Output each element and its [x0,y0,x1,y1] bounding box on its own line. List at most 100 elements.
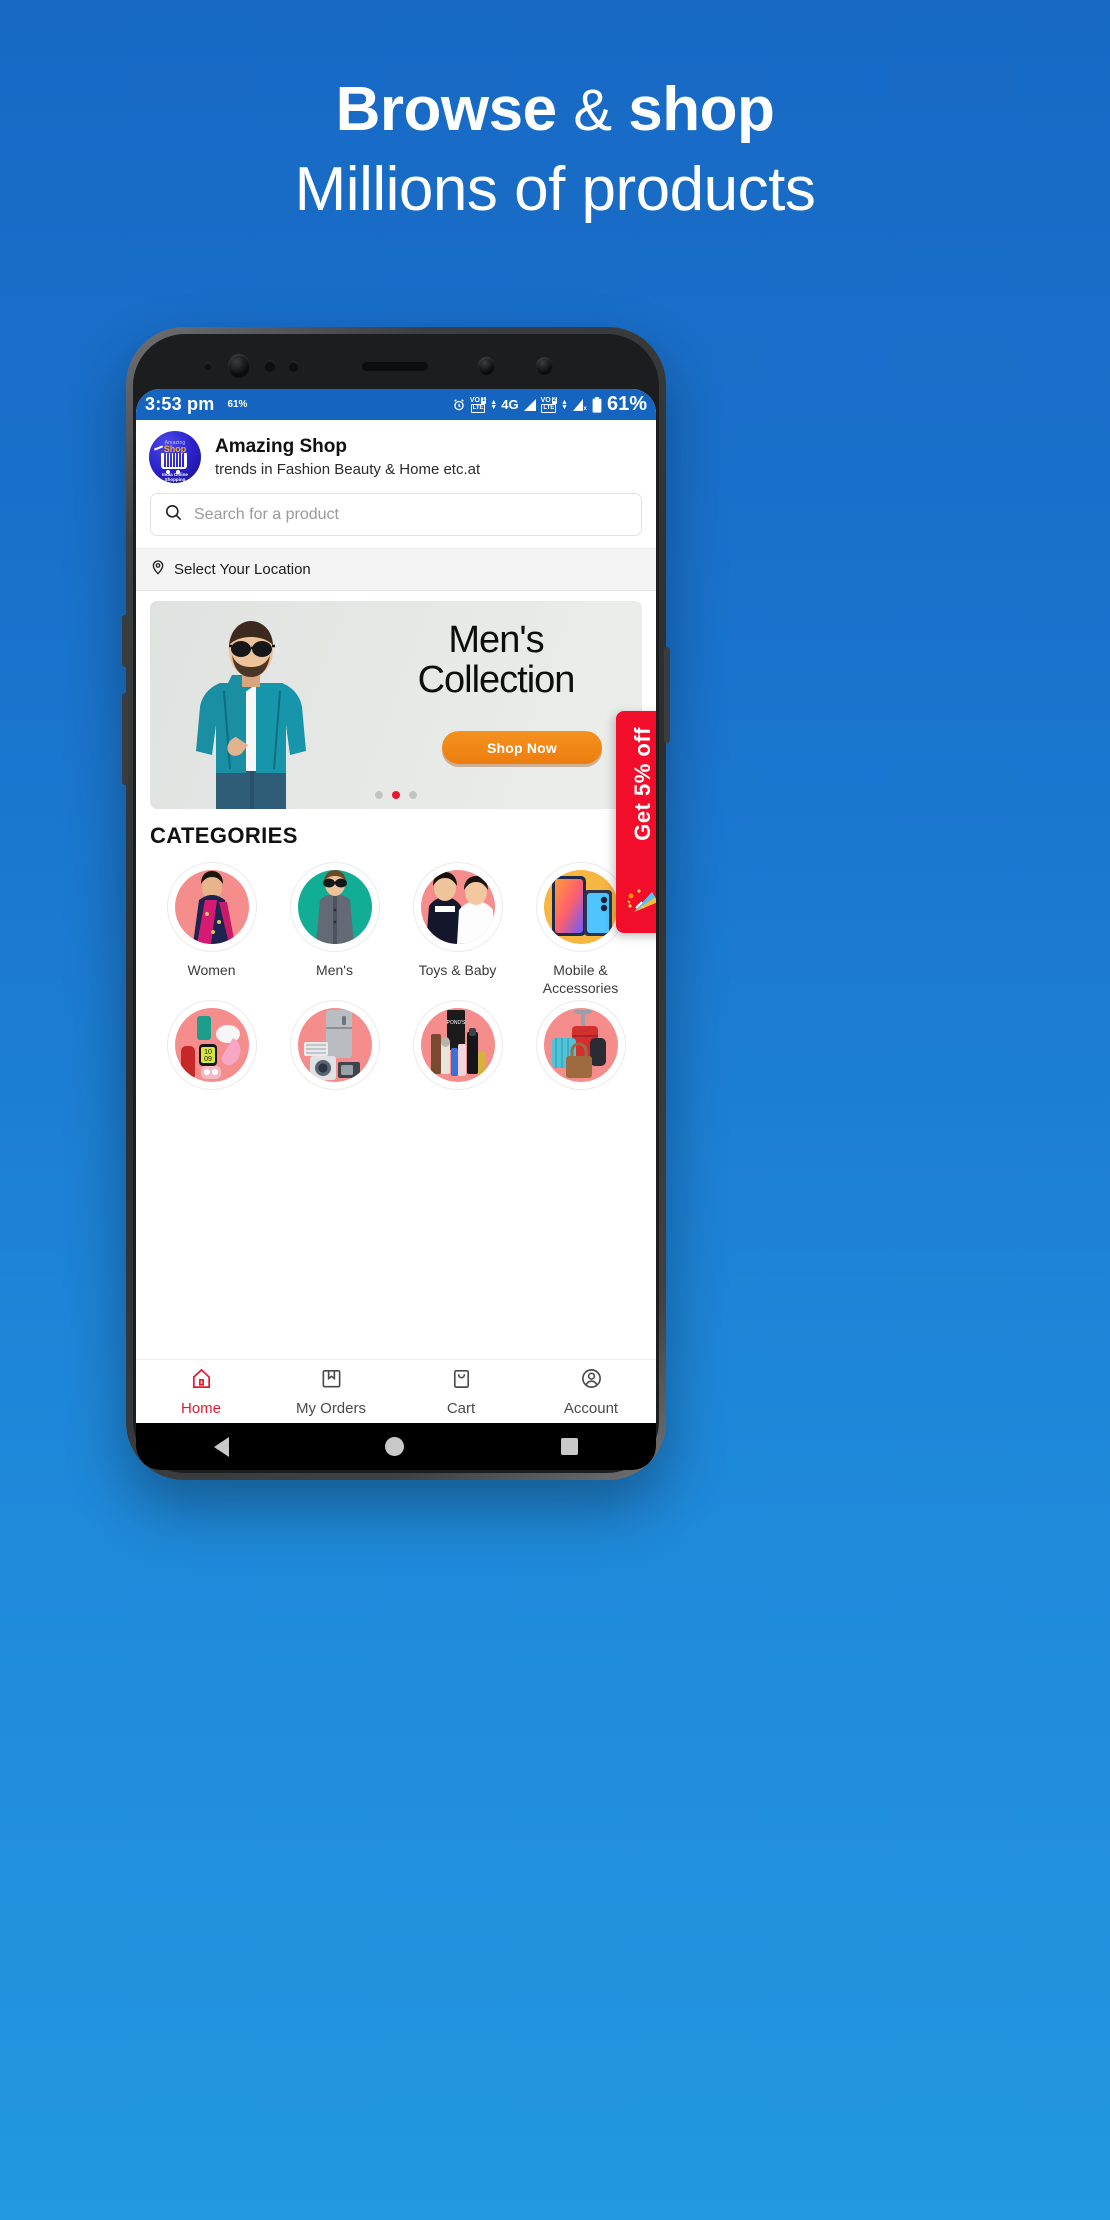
signal-sim1-icon [523,398,537,411]
category-item-women[interactable]: Women [150,862,273,998]
sensor-icon [204,362,212,370]
categories-title: CATEGORIES [150,823,298,848]
earpiece-speaker-icon [362,362,428,371]
phone-mockup: 3:53 pm 61% VO 1 LTE ▲ ▼ 4G VO 2 LTE ▲ ▼… [122,327,670,1480]
app-logo-icon: Amazing Shop India Online Shopping [149,431,201,483]
category-item-gadgets[interactable]: 10 09 [150,999,273,1099]
secondary-camera-icon [478,357,495,375]
category-item-bags-luggage[interactable] [519,999,642,1099]
banner-slide[interactable]: Men's Collection Shop Now [150,601,642,809]
banner-model-photo [196,621,306,809]
nav-label: My Orders [295,1399,366,1417]
data-arrows-sim2-icon: ▲ ▼ [561,398,568,411]
android-navigation-bar [136,1423,656,1470]
man-shirt-icon [297,870,372,944]
category-item-toys-baby[interactable]: Toys & Baby [396,862,519,998]
phone-screen: 3:53 pm 61% VO 1 LTE ▲ ▼ 4G VO 2 LTE ▲ ▼… [136,389,656,1470]
svg-text:POND'S: POND'S [446,1020,465,1026]
front-camera-icon [228,354,250,378]
carousel-dot-1[interactable] [375,791,383,799]
category-item-appliances[interactable] [273,999,396,1099]
categories-section: CATEGORIES Women Men's Toys & Baby Mobil… [136,809,656,1099]
recents-button-icon[interactable] [560,1438,578,1455]
get-offer-tab[interactable]: Get 5% off [616,711,656,933]
headline-word-shop: shop [628,75,775,144]
categories-grid: Women Men's Toys & Baby Mobile & Accesso… [150,862,642,1099]
headline-ampersand: & [573,78,612,143]
volte-sim1-icon: VO 1 LTE [469,396,487,413]
nav-label: Account [563,1399,619,1417]
carousel-dots[interactable] [150,791,642,799]
power-button[interactable] [664,647,670,743]
party-popper-icon [626,886,656,921]
signal-sim2-no-service-icon: x [572,398,588,411]
category-label: Mobile & Accessories [542,962,619,997]
woman-saree-icon [174,870,249,944]
nav-item-account[interactable]: Account [526,1360,656,1423]
status-time: 3:53 pm [145,394,215,414]
location-pin-icon [150,558,166,581]
carousel-dot-2[interactable] [392,791,400,799]
status-battery-percent: 61% [606,393,647,415]
beauty-icon: POND'S [420,1007,495,1082]
proximity-sensor-icon [264,360,276,372]
nav-label: Home [180,1399,221,1417]
phone-top-bezel [126,334,666,390]
carousel-dot-3[interactable] [409,791,417,799]
search-icon [164,503,183,527]
headline-line-2: Millions of products [294,154,816,224]
category-label: Toys & Baby [418,962,497,978]
status-battery-small: 61% [227,399,248,410]
network-type-label: 4G [501,397,519,412]
cart-bag-icon [450,1367,473,1395]
nav-item-home[interactable]: Home [136,1360,266,1423]
location-label: Select Your Location [174,561,311,578]
logo-cart-icon [161,453,187,469]
svg-text:x: x [583,406,587,411]
svg-text:09: 09 [204,1056,212,1063]
volte-sim2-icon: VO 2 LTE [540,396,558,413]
category-ring [289,862,380,952]
status-bar: 3:53 pm 61% VO 1 LTE ▲ ▼ 4G VO 2 LTE ▲ ▼… [136,389,656,420]
logo-subtitle: India Online Shopping [162,472,188,482]
nav-item-cart[interactable]: Cart [396,1360,526,1423]
headline-line-1: Browse & shop [0,78,1110,142]
category-item-beauty[interactable]: POND'S [396,999,519,1099]
home-icon [190,1367,213,1395]
app-header: Amazing Shop India Online Shopping Amazin… [136,420,656,493]
promo-headline: Browse & shop Millions of products [0,78,1110,222]
bags-luggage-icon [543,1007,618,1082]
nav-label: Cart [446,1399,476,1417]
category-ring [166,862,257,952]
offer-tab-label: Get 5% off [630,727,655,841]
shop-now-button[interactable]: Shop Now [442,731,602,764]
volume-up-button[interactable] [122,615,128,667]
data-arrows-sim1-icon: ▲ ▼ [490,398,498,411]
iris-scanner-icon [536,357,553,375]
light-sensor-icon [288,361,299,372]
back-button-icon[interactable] [214,1436,230,1457]
location-selector[interactable]: Select Your Location [136,548,656,591]
banner-title: Men's Collection [417,619,576,701]
gadgets-icon: 10 09 [174,1007,249,1082]
svg-text:10: 10 [204,1049,212,1056]
orders-box-icon [320,1367,343,1395]
category-label: Women [187,962,236,978]
category-item-mens[interactable]: Men's [273,862,396,998]
banner-carousel[interactable]: Men's Collection Shop Now [136,591,656,809]
headline-word-browse: Browse [335,75,557,144]
appliances-icon [297,1007,372,1082]
category-ring [289,999,380,1090]
kids-icon [420,870,495,944]
bottom-navigation: Home My Orders Cart Account [136,1359,656,1423]
category-ring: POND'S [412,999,503,1090]
category-ring [412,862,503,952]
nav-item-my-orders[interactable]: My Orders [266,1360,396,1423]
category-ring [535,999,626,1090]
volume-down-button[interactable] [122,693,128,785]
app-title: Amazing Shop [215,435,347,457]
category-ring: 10 09 [166,999,257,1090]
search-input[interactable]: Search for a product [150,493,642,536]
home-button-icon[interactable] [385,1437,405,1456]
alarm-icon [452,398,466,412]
